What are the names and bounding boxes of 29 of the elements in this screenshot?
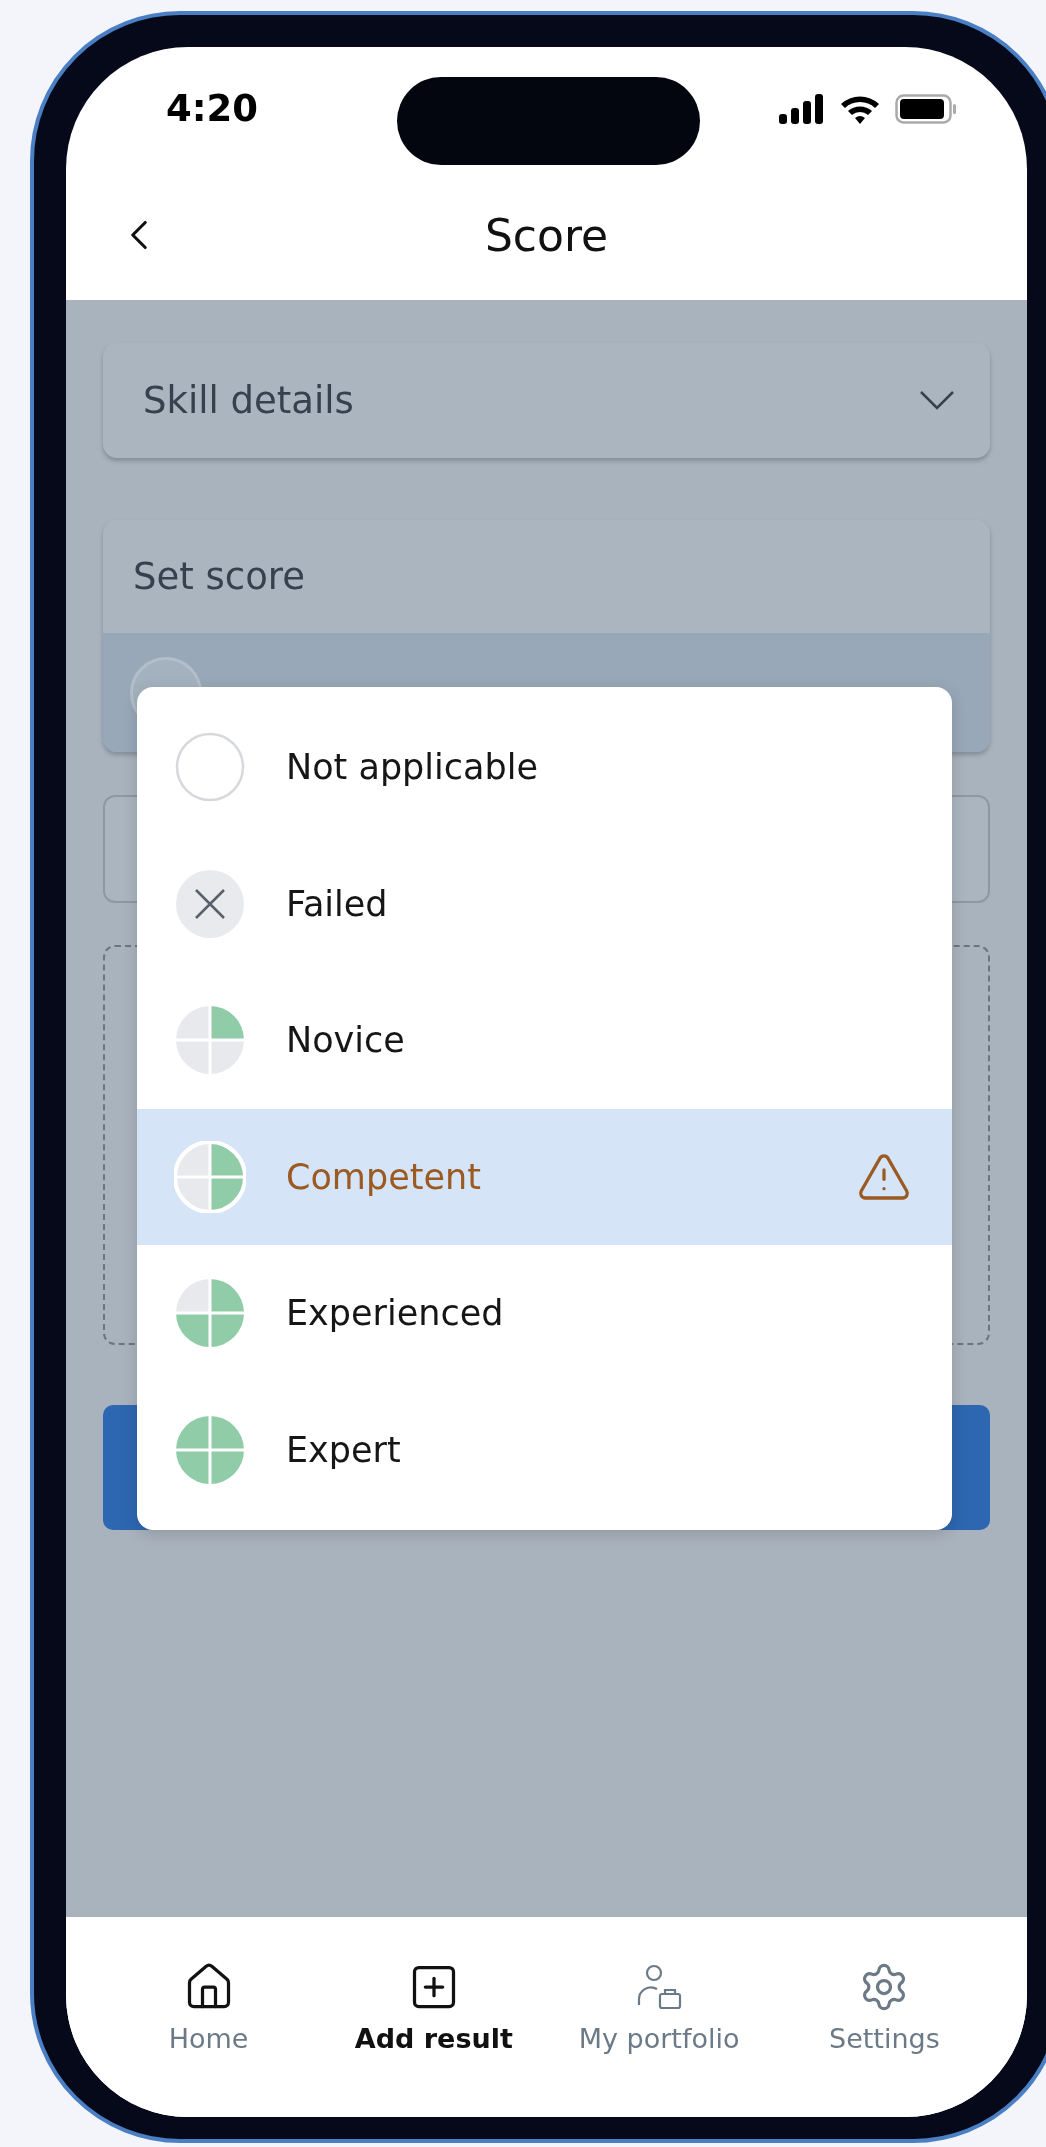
option-label: Failed <box>286 883 389 924</box>
option-label: Not applicable <box>286 747 539 788</box>
score-option[interactable]: Expert <box>137 1381 952 1518</box>
battery-icon <box>895 93 957 124</box>
option-label: Novice <box>286 1020 406 1061</box>
screen-title: Score <box>484 209 609 261</box>
tab-bar-item[interactable]: Home <box>103 1937 314 2077</box>
quarter-circle-icon <box>174 1277 246 1350</box>
skill-details-panel[interactable]: Skill details <box>103 343 990 458</box>
score-option[interactable]: Experienced <box>137 1245 952 1382</box>
cross-icon <box>174 867 246 940</box>
tab-bar-item[interactable]: Add result <box>328 1937 539 2077</box>
panel-title: Set score <box>133 555 305 598</box>
panel-title: Skill details <box>143 379 354 422</box>
tab-bar-item[interactable]: My portfolio <box>554 1937 765 2077</box>
tab-bar-item[interactable]: Settings <box>779 1937 990 2077</box>
option-label: Expert <box>286 1429 402 1470</box>
status-time: 4:20 <box>166 87 259 130</box>
score-option[interactable]: Failed <box>137 835 952 972</box>
score-option[interactable]: Novice <box>137 972 952 1109</box>
quarter-circle-icon <box>174 1004 246 1077</box>
signal-icon <box>779 93 825 124</box>
option-label: Experienced <box>286 1293 505 1334</box>
empty-circle-icon <box>174 731 246 804</box>
option-label: Competent <box>286 1156 482 1197</box>
score-option[interactable]: Not applicable <box>137 699 952 836</box>
quarter-circle-icon <box>174 1413 246 1486</box>
score-option[interactable]: Competent <box>137 1108 952 1245</box>
quarter-circle-icon <box>174 1140 246 1213</box>
